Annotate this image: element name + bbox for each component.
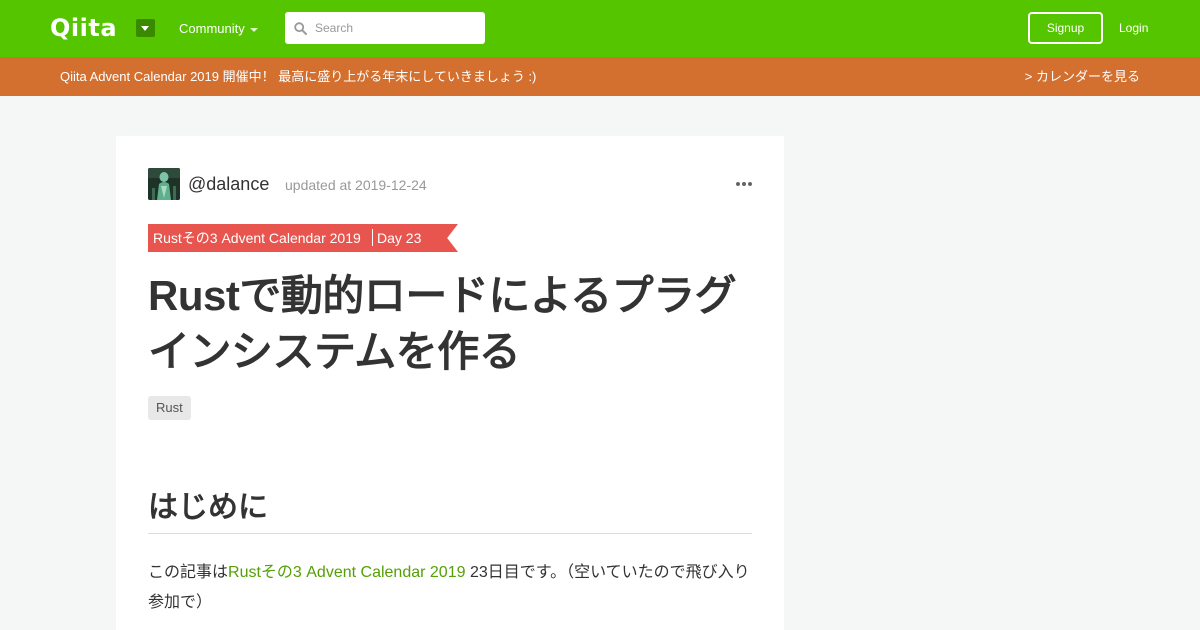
qiita-logo[interactable]: Qiita <box>50 14 117 42</box>
advent-calendar-ribbon[interactable]: Rustその3 Advent Calendar 2019 Day 23 <box>148 224 458 252</box>
login-link[interactable]: Login <box>1119 20 1148 36</box>
author-avatar[interactable] <box>148 168 180 200</box>
search-icon <box>294 22 307 35</box>
banner-message: Qiita Advent Calendar 2019 開催中！ 最高に盛り上がる… <box>60 69 537 84</box>
avatar-image <box>148 168 180 200</box>
author-username[interactable]: @dalance <box>188 174 269 194</box>
heading-divider <box>148 533 752 534</box>
advent-calendar-name: Rustその3 Advent Calendar 2019 <box>153 230 361 246</box>
tag-rust[interactable]: Rust <box>148 396 191 420</box>
advent-banner: Qiita Advent Calendar 2019 開催中！ 最高に盛り上がる… <box>0 57 1200 96</box>
calendar-link[interactable]: > カレンダーを見る <box>1025 69 1140 85</box>
advent-calendar-link[interactable]: Rustその3 Advent Calendar 2019 <box>228 564 465 581</box>
intro-paragraph: この記事はRustその3 Advent Calendar 2019 23日目です… <box>148 558 752 618</box>
more-options-icon[interactable] <box>736 182 752 188</box>
search-box[interactable] <box>285 12 485 44</box>
global-header: Qiita Community Signup Login <box>0 0 1200 57</box>
chevron-down-icon <box>250 28 258 32</box>
search-input[interactable] <box>315 12 481 44</box>
ribbon-divider <box>372 229 373 246</box>
logo-menu-toggle[interactable] <box>136 19 155 37</box>
advent-day: Day 23 <box>377 230 422 246</box>
updated-date: updated at 2019-12-24 <box>285 177 427 193</box>
signup-button[interactable]: Signup <box>1028 12 1103 44</box>
intro-text-before: この記事は <box>148 564 229 581</box>
community-menu[interactable]: Community <box>179 21 245 37</box>
article-title: Rustで動的ロードによるプラグインシステムを作る <box>148 272 737 375</box>
article-card: @dalance updated at 2019-12-24 Rustその3 A… <box>116 136 784 630</box>
section-heading: はじめに <box>148 491 268 524</box>
